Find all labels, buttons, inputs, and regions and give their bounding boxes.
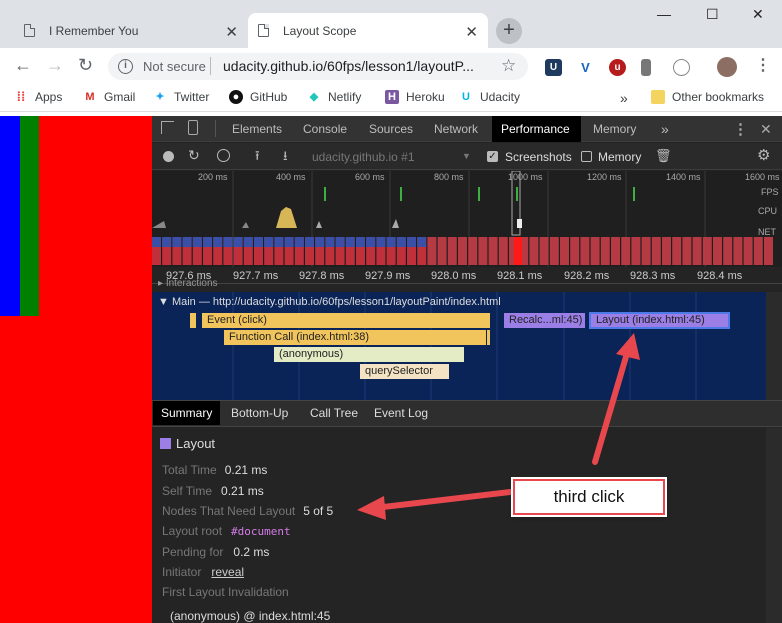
annotation-callout: third click bbox=[513, 479, 665, 515]
annotation-arrows bbox=[357, 333, 640, 520]
